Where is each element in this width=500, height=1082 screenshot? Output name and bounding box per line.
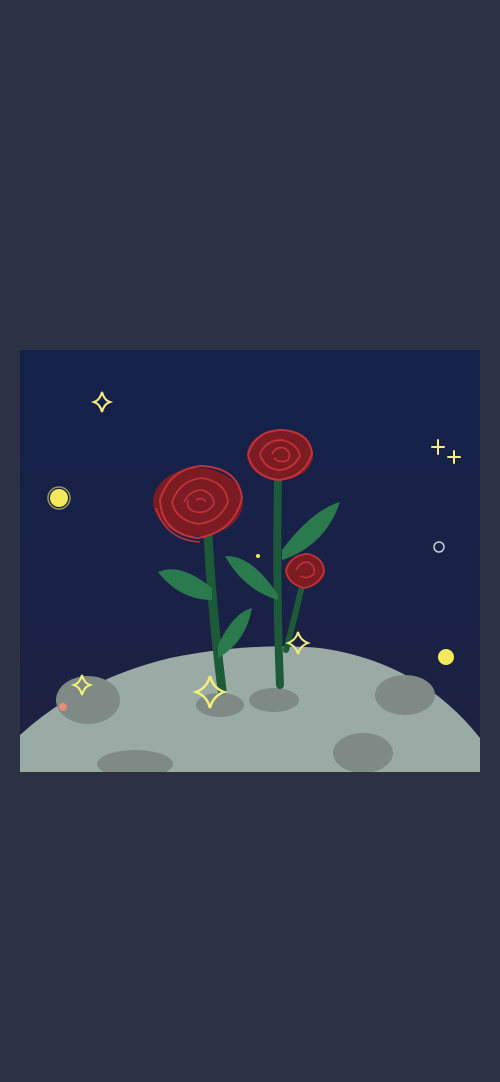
illustration-artwork [20, 350, 480, 772]
rose-top [247, 428, 314, 482]
crater [249, 688, 299, 712]
yellow-planet [50, 489, 68, 507]
tiny-star-dot [256, 554, 260, 558]
crater [375, 675, 435, 715]
rose-stem [273, 476, 284, 689]
wallpaper-screen [0, 0, 500, 1082]
roses-on-moon-illustration [20, 350, 480, 772]
crater [333, 733, 393, 772]
yellow-planet [438, 649, 454, 665]
pink-dot [59, 703, 67, 711]
